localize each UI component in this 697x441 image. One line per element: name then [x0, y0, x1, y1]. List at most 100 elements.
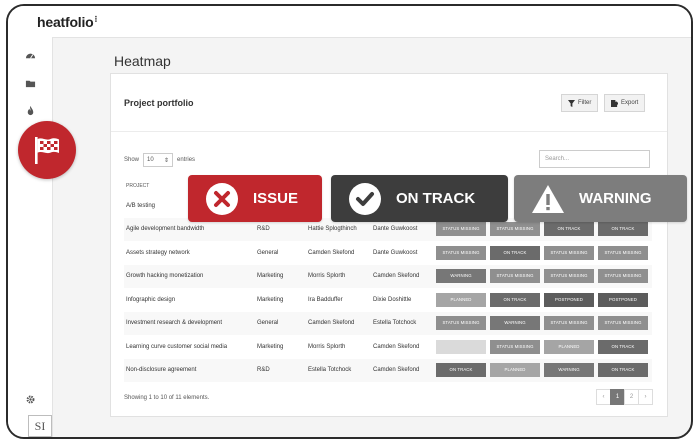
status-badge[interactable]: ON TRACK [490, 292, 540, 307]
status-cell: ON TRACK [598, 335, 652, 359]
status-badge[interactable]: STATUS MISSING [490, 269, 540, 284]
status-cell: STATUS MISSING [544, 241, 598, 265]
heatmap-flag-badge[interactable] [18, 121, 76, 179]
status-badge[interactable]: ON TRACK [598, 339, 648, 354]
status-badge[interactable]: ON TRACK [436, 363, 486, 378]
filter-icon [568, 99, 575, 107]
table-info: Showing 1 to 10 of 11 elements. [124, 395, 210, 401]
status-cell: PLANNED [436, 288, 490, 312]
status-badge[interactable]: POSTPONED [598, 292, 648, 307]
table-row[interactable]: Learning curve customer social media Mark… [124, 335, 652, 359]
logo-dots: ⁝ [94, 14, 98, 24]
status-badge[interactable]: ON TRACK [544, 222, 594, 237]
manager-cell: Camden Skefond [373, 343, 420, 350]
status-badge[interactable]: STATUS MISSING [436, 222, 486, 237]
status-badge[interactable]: WARNING [436, 269, 486, 284]
pagination-page[interactable]: 1 [610, 389, 625, 405]
status-badge[interactable]: STATUS MISSING [490, 222, 540, 237]
project-name-cell: Investment research & development [124, 311, 257, 335]
status-badge[interactable] [436, 339, 486, 354]
status-badge[interactable]: STATUS MISSING [544, 316, 594, 331]
manager-cell: Estella Totchock [373, 311, 436, 335]
sidebar [8, 37, 53, 437]
status-badge[interactable]: STATUS MISSING [598, 316, 648, 331]
status-cell: ON TRACK [490, 241, 544, 265]
gear-icon[interactable] [24, 393, 36, 405]
status-badge[interactable]: WARNING [544, 363, 594, 378]
folder-icon[interactable] [24, 77, 36, 89]
status-cell: PLANNED [490, 358, 544, 382]
export-icon [611, 99, 618, 107]
status-badge[interactable]: PLANNED [544, 339, 594, 354]
owner-cell: Estella Totchock [308, 358, 373, 382]
project-name-cell: Growth hacking monetization [124, 264, 257, 288]
export-button[interactable]: Export [604, 94, 646, 112]
legend-warning-label: WARNING [579, 190, 652, 207]
x-circle-icon [206, 182, 238, 215]
project-portfolio-card: Project portfolio Filter Export Show 10 … [110, 73, 668, 417]
category-cell: Marketing [257, 296, 284, 303]
owner-cell: Camden Skefond [308, 249, 355, 256]
legend-issue: ISSUE [188, 175, 322, 222]
status-cell: STATUS MISSING [544, 264, 598, 288]
status-badge[interactable]: STATUS MISSING [544, 269, 594, 284]
status-badge[interactable]: ON TRACK [598, 222, 648, 237]
manager-cell: Camden Skefond [373, 264, 436, 288]
dashboard-icon[interactable] [24, 49, 36, 61]
status-badge[interactable]: POSTPONED [544, 292, 594, 307]
owner-cell: Camden Skefond [308, 311, 373, 335]
status-badge[interactable]: STATUS MISSING [598, 269, 648, 284]
category-cell: General [257, 249, 279, 256]
status-badge[interactable]: PLANNED [436, 292, 486, 307]
flame-icon[interactable] [24, 104, 36, 116]
table-row[interactable]: Growth hacking monetization Marketing Morr… [124, 264, 652, 288]
pagination-prev[interactable]: ‹ [596, 389, 611, 405]
status-badge[interactable]: STATUS MISSING [598, 245, 648, 260]
status-cell: WARNING [544, 358, 598, 382]
status-badge[interactable]: ON TRACK [598, 363, 648, 378]
status-cell: STATUS MISSING [490, 335, 544, 359]
table-row[interactable]: Assets strategy network General Camden Ske… [124, 241, 652, 265]
user-avatar[interactable]: SI [28, 415, 52, 437]
status-badge[interactable]: STATUS MISSING [490, 339, 540, 354]
owner-cell: Morris Splorth [308, 343, 346, 350]
table-row[interactable]: Non-disclosure agreement R&D Estella Totch… [124, 358, 652, 382]
chevron-updown-icon: ⇕ [163, 157, 170, 164]
pagination-page[interactable]: 2 [624, 389, 639, 405]
card-title: Project portfolio [124, 98, 194, 108]
status-cell: ON TRACK [436, 358, 490, 382]
status-cell: ON TRACK [598, 358, 652, 382]
manager-cell: Camden Skefond [373, 358, 436, 382]
project-name-cell: Non-disclosure agreement [124, 358, 257, 382]
show-label: Show [124, 157, 140, 163]
status-cell: STATUS MISSING [598, 241, 652, 265]
owner-cell: Ira Badduffer [308, 296, 343, 303]
pagination-next[interactable]: › [638, 389, 653, 405]
table-row[interactable]: Investment research & development General… [124, 311, 652, 335]
status-badge[interactable]: STATUS MISSING [436, 245, 486, 260]
category-cell: Marketing [257, 264, 308, 288]
export-label: Export [621, 100, 639, 106]
category-cell: General [257, 311, 308, 335]
entries-select[interactable]: 10 ⇕ [143, 153, 174, 167]
status-cell: STATUS MISSING [544, 311, 598, 335]
page-length-control: Show 10 ⇕ entries [124, 153, 195, 167]
legend-on-track: ON TRACK [331, 175, 508, 222]
search-input[interactable]: Search... [539, 150, 650, 168]
status-badge[interactable]: WARNING [490, 316, 540, 331]
filter-button[interactable]: Filter [561, 94, 599, 112]
category-cell: Marketing [257, 343, 284, 350]
status-badge[interactable]: ON TRACK [490, 245, 540, 260]
status-badge[interactable]: PLANNED [490, 363, 540, 378]
status-badge[interactable]: STATUS MISSING [544, 245, 594, 260]
category-cell: R&D [257, 358, 308, 382]
page-title: Heatmap [114, 53, 171, 69]
status-badge[interactable]: STATUS MISSING [436, 316, 486, 331]
status-cell: ON TRACK [490, 288, 544, 312]
status-cell: POSTPONED [544, 288, 598, 312]
table-row[interactable]: Infographic design Marketing Ira Badduffer… [124, 288, 652, 312]
top-bar: heatfolio⁝ [8, 6, 691, 38]
logo[interactable]: heatfolio⁝ [37, 14, 97, 30]
status-cell: WARNING [436, 264, 490, 288]
pagination: ‹ 1 2 › [596, 389, 653, 405]
